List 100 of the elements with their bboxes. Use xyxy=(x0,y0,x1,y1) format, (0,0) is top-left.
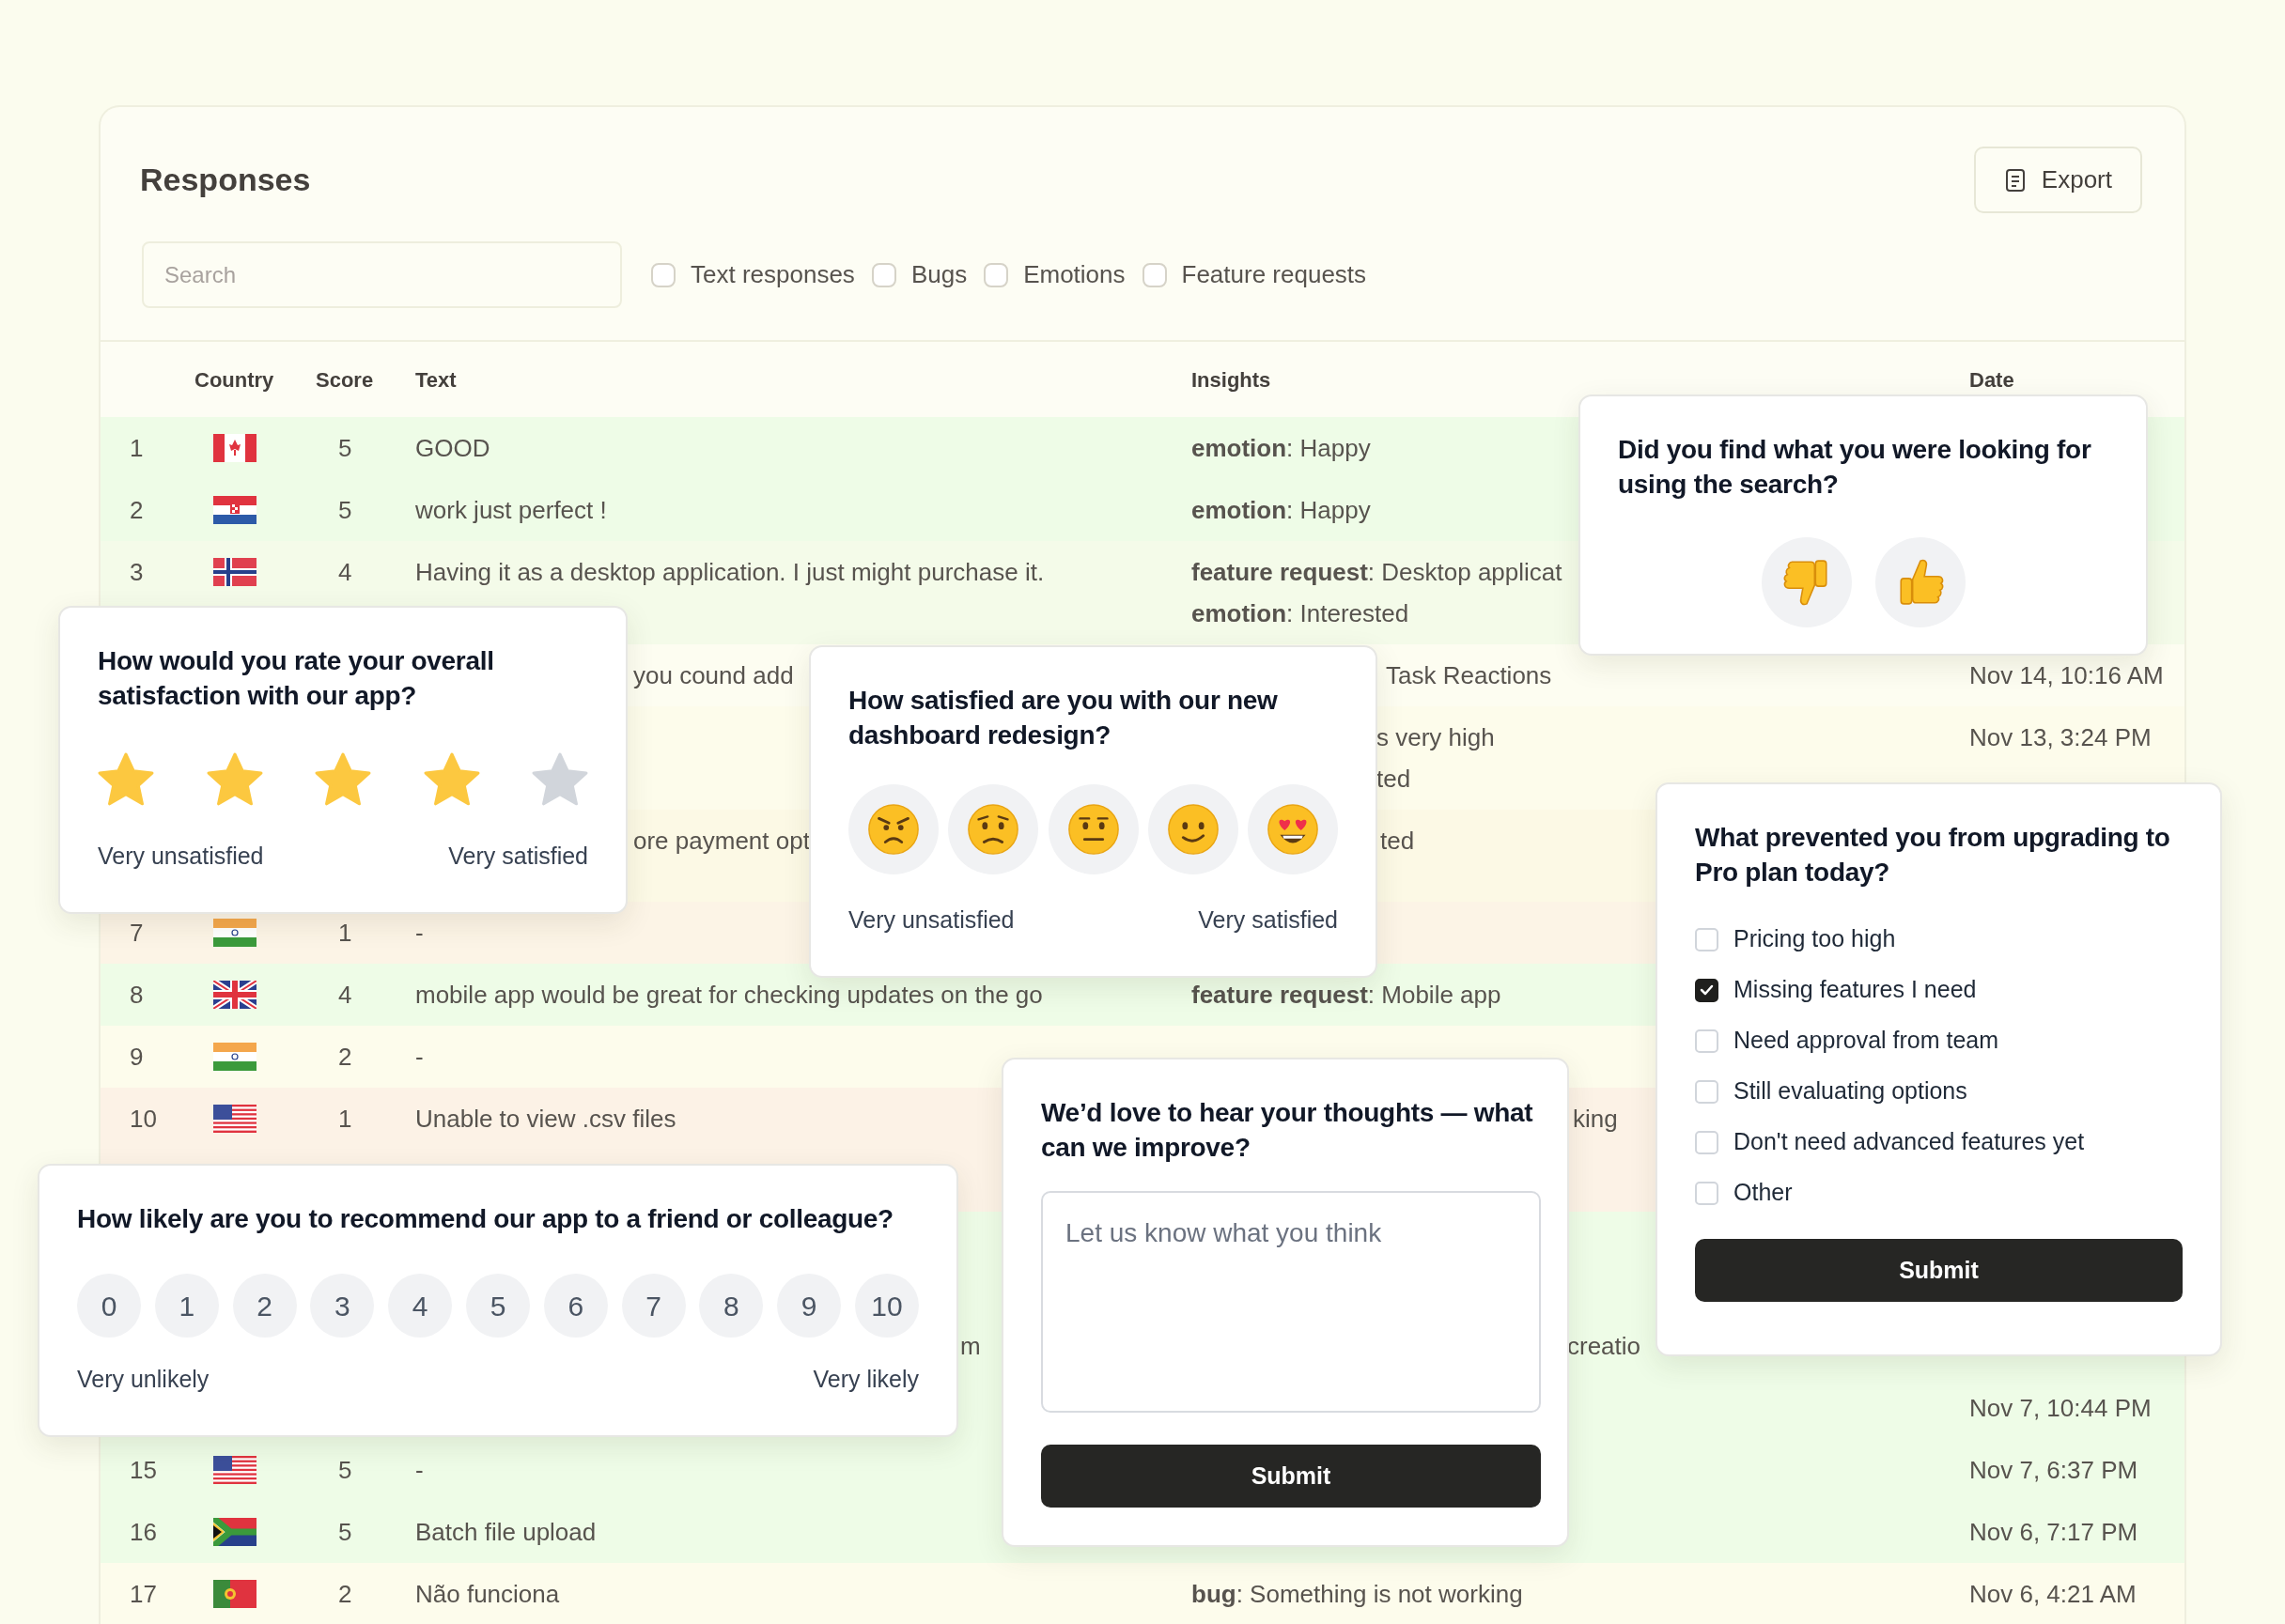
survey-question: How likely are you to recommend our app to a friend or colleague? xyxy=(77,1203,894,1235)
date-text: Nov 6, 7:17 PM xyxy=(1969,1518,2138,1546)
score-option[interactable]: 10 xyxy=(854,1274,919,1338)
option-label[interactable]: Don't need advanced features yet xyxy=(1733,1124,2085,1160)
smiling-face-icon xyxy=(1165,802,1220,857)
option-label[interactable]: Other xyxy=(1733,1175,1793,1211)
score-option[interactable]: 7 xyxy=(621,1274,686,1338)
insight-text: creatio xyxy=(1567,1331,1641,1362)
flag-icon xyxy=(213,558,256,586)
row-number: 16 xyxy=(130,1518,157,1546)
score-value: 5 xyxy=(338,496,352,524)
response-text: mobile app would be great for checking updates on the go xyxy=(415,980,1043,1011)
option-label[interactable]: Missing features I need xyxy=(1733,972,1977,1008)
date-text: Nov 6, 4:21 AM xyxy=(1969,1580,2137,1608)
survey-question: How would you rate your overall satisfaction with our app? xyxy=(98,645,495,712)
scale-label: Very satisfied xyxy=(448,842,588,871)
survey-question: Did you find what you were looking for using the search? xyxy=(1618,434,2092,501)
flag-icon xyxy=(213,1043,256,1071)
insight-text: ted xyxy=(1376,764,1411,795)
export-button[interactable]: Export xyxy=(1973,147,2142,213)
score-option[interactable]: 6 xyxy=(543,1274,608,1338)
checkbox-label[interactable]: Feature requests xyxy=(1181,256,1367,293)
flag-icon xyxy=(213,919,256,947)
score-value: 2 xyxy=(338,1580,352,1608)
survey-question: What prevented you from upgrading to Pro plan today? xyxy=(1695,822,2171,889)
star-icon[interactable] xyxy=(532,752,588,807)
column-header: Insights xyxy=(1191,367,1271,392)
score-value: 5 xyxy=(338,1456,352,1484)
row-number: 2 xyxy=(130,496,144,524)
checkbox-label[interactable]: Text responses xyxy=(691,256,855,293)
row-number: 15 xyxy=(130,1456,157,1484)
star-icon[interactable] xyxy=(206,752,263,807)
response-text: Having it as a desktop application. I just might purchase it. xyxy=(415,557,1045,588)
scale-label: Very likely xyxy=(813,1365,919,1394)
insight-text: emotion: Interested xyxy=(1191,598,1409,629)
search-field[interactable]: Search xyxy=(142,241,622,308)
score-option[interactable]: 1 xyxy=(154,1274,219,1338)
score-option[interactable]: 9 xyxy=(777,1274,842,1338)
submit-button[interactable]: Submit xyxy=(1041,1445,1541,1508)
option-label[interactable]: Need approval from team xyxy=(1733,1023,1999,1059)
score-option[interactable]: 3 xyxy=(310,1274,375,1338)
date-text: Nov 13, 3:24 PM xyxy=(1969,723,2152,751)
score-value: 1 xyxy=(338,1105,352,1133)
flag-icon xyxy=(213,1518,256,1546)
column-header: Country xyxy=(194,367,274,392)
row-number: 1 xyxy=(130,434,144,462)
column-header: Date xyxy=(1969,367,2014,392)
score-option[interactable]: 5 xyxy=(466,1274,530,1338)
response-text: m xyxy=(960,1331,981,1362)
row-number: 10 xyxy=(130,1105,157,1133)
insight-text: emotion: Happy xyxy=(1191,495,1371,526)
flag-icon xyxy=(213,981,256,1009)
insight-text: ted xyxy=(1380,826,1415,857)
column-header: Score xyxy=(316,367,374,392)
flag-icon xyxy=(213,496,256,524)
star-icon[interactable] xyxy=(315,752,371,807)
response-text: - xyxy=(415,1455,424,1486)
column-header: Text xyxy=(415,367,457,392)
score-value: 2 xyxy=(338,1043,352,1071)
flag-icon xyxy=(213,1456,256,1484)
insight-text: bug: Something is not working xyxy=(1191,1579,1523,1610)
angry-face-icon xyxy=(866,802,921,857)
flag-icon xyxy=(213,434,256,462)
option-label[interactable]: Still evaluating options xyxy=(1733,1074,1967,1109)
score-option[interactable]: 0 xyxy=(77,1274,141,1338)
flag-icon xyxy=(213,1105,256,1133)
score-value: 5 xyxy=(338,1518,352,1546)
insight-text: s very high xyxy=(1376,722,1495,753)
checkbox[interactable] xyxy=(1695,978,1718,1002)
response-text: you cound add xyxy=(633,660,794,691)
response-text: work just perfect ! xyxy=(415,495,607,526)
response-text: ore payment opt xyxy=(633,826,810,857)
score-value: 5 xyxy=(338,434,352,462)
survey-question: How satisfied are you with our new dashboard redesign? xyxy=(848,685,1279,751)
score-value: 4 xyxy=(338,981,352,1009)
heart-eyes-face-icon xyxy=(1266,802,1320,857)
document-icon xyxy=(2003,167,2027,193)
insight-text: king xyxy=(1573,1104,1618,1135)
scale-label: Very satisfied xyxy=(1198,905,1338,935)
score-option[interactable]: 2 xyxy=(232,1274,297,1338)
scale-label: Very unlikely xyxy=(77,1365,210,1394)
response-text: Unable to view .csv files xyxy=(415,1104,676,1135)
score-value: 1 xyxy=(338,919,352,947)
checkbox-label[interactable]: Bugs xyxy=(910,256,968,293)
star-icon[interactable] xyxy=(423,752,480,807)
score-option[interactable]: 8 xyxy=(699,1274,764,1338)
checkbox-label[interactable]: Emotions xyxy=(1023,256,1126,293)
option-label[interactable]: Pricing too high xyxy=(1733,921,1896,957)
response-text: GOOD xyxy=(415,433,490,464)
response-text: - xyxy=(415,918,424,949)
scale-label: Very unsatisfied xyxy=(98,842,264,871)
date-text: Nov 7, 6:37 PM xyxy=(1969,1456,2138,1484)
score-option[interactable]: 4 xyxy=(388,1274,453,1338)
row-number: 8 xyxy=(130,981,144,1009)
feedback-field[interactable]: Let us know what you think xyxy=(1041,1191,1541,1413)
frowning-face-icon xyxy=(966,802,1021,857)
row-number: 3 xyxy=(130,558,144,586)
star-icon[interactable] xyxy=(98,752,154,807)
score-value: 4 xyxy=(338,558,352,586)
submit-button[interactable]: Submit xyxy=(1695,1239,2183,1302)
